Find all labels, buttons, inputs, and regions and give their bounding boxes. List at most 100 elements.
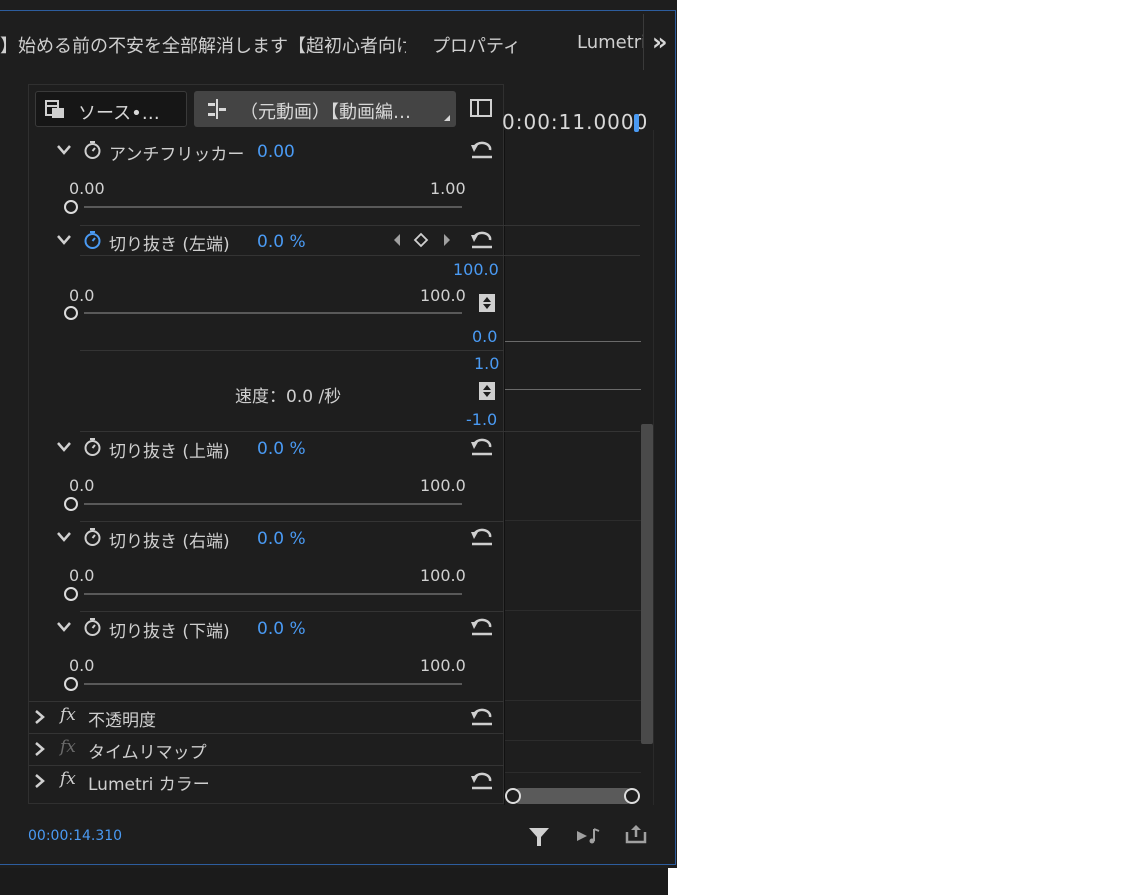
crop-bottom-slider[interactable] — [84, 683, 462, 685]
row-divider — [80, 611, 504, 612]
stopwatch-icon[interactable] — [83, 140, 102, 160]
tab-properties[interactable]: プロパティ — [432, 32, 521, 58]
crop-bottom-label: 切り抜き (下端) — [109, 622, 230, 642]
next-keyframe-icon — [444, 234, 450, 246]
scale-toggle-icon[interactable] — [479, 294, 495, 312]
clip-icon — [45, 100, 64, 118]
stopwatch-active-icon[interactable] — [83, 230, 102, 250]
row-divider — [29, 733, 504, 734]
crop-right-min: 0.0 — [69, 566, 95, 585]
fx-icon[interactable]: fx — [60, 769, 76, 789]
crop-left-slider-handle[interactable] — [64, 306, 78, 320]
anti-flicker-min: 0.00 — [69, 179, 105, 198]
velocity-min: -1.0 — [466, 410, 498, 429]
reset-icon[interactable] — [470, 140, 494, 160]
tab-overflow-icon[interactable]: » — [652, 28, 668, 56]
tab-divider — [643, 14, 644, 70]
add-keyframe-icon — [413, 232, 429, 248]
row-divider — [80, 255, 640, 256]
chevron-right-icon[interactable] — [34, 773, 46, 789]
chevron-right-icon[interactable] — [34, 741, 46, 757]
export-icon[interactable] — [624, 824, 648, 846]
vertical-scrollbar[interactable] — [641, 424, 653, 744]
chevron-down-icon[interactable] — [56, 531, 72, 543]
row-divider — [80, 431, 640, 432]
timeline-row-divider — [505, 740, 641, 741]
fx-icon[interactable]: fx — [60, 705, 76, 725]
crop-left-graph-max: 100.0 — [453, 260, 499, 279]
crop-left-graph-min: 0.0 — [472, 327, 498, 346]
play-audio-icon[interactable] — [575, 826, 601, 846]
sequence-clip-button[interactable]: （元動画）【動画編… — [194, 91, 456, 127]
reset-icon[interactable] — [470, 230, 494, 250]
source-clip-button[interactable]: ソース•… — [35, 91, 187, 127]
anti-flicker-slider-handle[interactable] — [64, 200, 78, 214]
reset-icon[interactable] — [470, 617, 494, 637]
crop-right-value[interactable]: 0.0 % — [257, 529, 306, 549]
value-graph-line — [505, 341, 641, 342]
scale-toggle-icon[interactable] — [479, 382, 495, 400]
crop-left-min: 0.0 — [69, 286, 95, 305]
anti-flicker-slider[interactable] — [84, 206, 462, 208]
crop-left-slider[interactable] — [84, 312, 462, 314]
chevron-right-icon[interactable] — [34, 709, 46, 725]
row-divider — [80, 225, 640, 226]
sequence-icon — [208, 99, 226, 119]
sequence-clip-label: （元動画）【動画編… — [240, 102, 411, 123]
crop-top-slider-handle[interactable] — [64, 497, 78, 511]
tab-sequence[interactable]: 】始める前の不安を全部解消します【超初心者向け — [0, 32, 406, 58]
fx-disabled-icon: fx — [60, 737, 76, 757]
crop-bottom-slider-handle[interactable] — [64, 677, 78, 691]
anti-flicker-max: 1.00 — [430, 179, 466, 198]
crop-right-label: 切り抜き (右端) — [109, 532, 230, 552]
zoom-left-handle[interactable] — [505, 788, 521, 804]
timeline-row-divider — [505, 700, 641, 701]
stopwatch-icon[interactable] — [83, 527, 102, 547]
stopwatch-icon[interactable] — [83, 437, 102, 457]
crop-right-max: 100.0 — [420, 566, 466, 585]
lumetri-color-label[interactable]: Lumetri カラー — [88, 770, 210, 795]
crop-bottom-value[interactable]: 0.0 % — [257, 619, 306, 639]
crop-top-value[interactable]: 0.0 % — [257, 439, 306, 459]
velocity-readout: 速度：0.0 /秒 — [235, 387, 342, 407]
toggle-timeline-icon[interactable] — [470, 99, 492, 117]
panel-tab-bar: 】始める前の不安を全部解消します【超初心者向け プロパティ Lumetri » — [0, 14, 677, 70]
corner-arrow-icon — [444, 115, 450, 121]
chevron-down-icon[interactable] — [56, 621, 72, 633]
current-timecode[interactable]: 00:00:14.310 — [28, 828, 122, 844]
time-remap-label[interactable]: タイムリマップ — [88, 738, 207, 763]
filter-icon[interactable] — [528, 826, 550, 848]
crop-top-max: 100.0 — [420, 476, 466, 495]
stopwatch-icon[interactable] — [83, 617, 102, 637]
crop-right-slider-handle[interactable] — [64, 587, 78, 601]
row-divider — [80, 521, 504, 522]
opacity-label[interactable]: 不透明度 — [88, 706, 156, 731]
anti-flicker-value[interactable]: 0.00 — [257, 142, 295, 162]
timeline-row-divider — [505, 610, 641, 611]
keyframe-timeline[interactable] — [504, 130, 654, 805]
chevron-down-icon[interactable] — [56, 441, 72, 453]
reset-icon[interactable] — [470, 707, 494, 727]
velocity-graph-line — [505, 389, 641, 390]
reset-icon[interactable] — [470, 437, 494, 457]
crop-top-slider[interactable] — [84, 503, 462, 505]
row-divider — [29, 701, 504, 702]
reset-icon[interactable] — [470, 527, 494, 547]
anti-flicker-label: アンチフリッカー — [109, 145, 245, 165]
chevron-down-icon[interactable] — [56, 234, 72, 246]
crop-right-slider[interactable] — [84, 593, 462, 595]
timeline-row-divider — [505, 772, 641, 773]
chevron-down-icon[interactable] — [56, 144, 72, 156]
crop-left-value[interactable]: 0.0 % — [257, 232, 306, 252]
tab-lumetri[interactable]: Lumetri — [577, 32, 643, 53]
timeline-zoom-bar[interactable] — [512, 788, 634, 804]
row-divider — [29, 765, 504, 766]
crop-left-label: 切り抜き (左端) — [109, 235, 230, 255]
effect-controls-panel: 】始める前の不安を全部解消します【超初心者向け プロパティ Lumetri » … — [0, 0, 677, 868]
row-divider — [80, 350, 504, 351]
velocity-max: 1.0 — [474, 354, 500, 373]
zoom-right-handle[interactable] — [624, 788, 640, 804]
reset-icon[interactable] — [470, 771, 494, 791]
timeline-row-divider — [505, 520, 641, 521]
crop-bottom-min: 0.0 — [69, 656, 95, 675]
